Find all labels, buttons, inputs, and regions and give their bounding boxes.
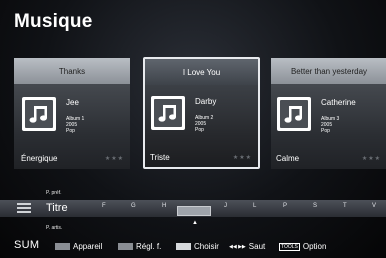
album-meta: Album 1 2005 Pop [66, 116, 84, 134]
sort-next-option[interactable]: P. artis. [46, 225, 62, 231]
list-icon [17, 203, 31, 215]
regl-label: Régl. f. [136, 242, 162, 251]
option-label: Option [302, 242, 327, 251]
album-genre: Pop [195, 127, 204, 133]
song-title: Thanks [14, 58, 130, 84]
tools-key-icon: TOOLS [279, 242, 300, 251]
music-note-icon [29, 106, 47, 123]
sort-current-option[interactable]: Titre [46, 202, 68, 214]
letter-index-selected[interactable] [177, 206, 211, 216]
album-meta: Album 3 2005 Pop [321, 116, 339, 134]
up-arrow-icon: ▲ [192, 220, 198, 226]
rating-stars: ★★★ [104, 156, 124, 162]
letter-index-item[interactable]: F [102, 203, 106, 209]
artist-name: Darby [195, 97, 217, 106]
artist-name: Catherine [321, 98, 356, 107]
option-hint: TOOLS Option [279, 242, 326, 251]
music-card-1[interactable]: Thanks Jee Album 1 2005 Pop Énergique ★★… [14, 58, 130, 169]
appareil-hint: Appareil [55, 242, 102, 251]
mood-label: Triste [150, 153, 170, 162]
mood-label: Calme [276, 154, 300, 163]
choisir-label: Choisir [194, 242, 219, 251]
page-title: Musique [14, 11, 93, 32]
gray-key-icon [55, 243, 70, 250]
letter-index-item[interactable]: G [131, 203, 136, 209]
gray-key-icon [118, 243, 133, 250]
artist-name: Jee [66, 98, 79, 107]
album-genre: Pop [66, 128, 75, 134]
music-card-3[interactable]: Better than yesterday Catherine Album 3 … [271, 58, 386, 169]
letter-index-item[interactable]: T [343, 203, 347, 209]
music-note-icon [158, 105, 176, 122]
letter-index-item[interactable]: J [224, 203, 227, 209]
letter-index-item[interactable]: L [253, 203, 256, 209]
sum-label: SUM [14, 239, 40, 251]
choisir-hint: Choisir [176, 242, 219, 251]
saut-hint: ◀◀ ▶▶ Saut [229, 242, 265, 251]
song-title: Better than yesterday [271, 58, 386, 84]
rating-stars: ★★★ [361, 156, 381, 162]
song-title: I Love You [145, 59, 258, 85]
regl-hint: Régl. f. [118, 242, 161, 251]
skip-icon: ◀◀ ▶▶ [229, 243, 246, 250]
album-art [22, 97, 56, 131]
music-note-icon [284, 106, 302, 123]
letter-index-item[interactable]: V [372, 203, 376, 209]
letter-index-item[interactable]: H [162, 203, 166, 209]
album-genre: Pop [321, 128, 330, 134]
appareil-label: Appareil [73, 242, 103, 251]
album-art [151, 96, 185, 130]
letter-index-item[interactable]: S [313, 203, 317, 209]
sort-prev-option[interactable]: P. préf. [46, 190, 61, 196]
letter-index-item[interactable]: P [283, 203, 287, 209]
rating-stars: ★★★ [232, 155, 252, 161]
mood-label: Énergique [21, 154, 58, 163]
music-card-2-selected[interactable]: I Love You Darby Album 2 2005 Pop Triste… [143, 57, 260, 169]
light-key-icon [176, 243, 191, 250]
album-meta: Album 2 2005 Pop [195, 115, 213, 133]
saut-label: Saut [248, 242, 266, 251]
album-art [277, 97, 311, 131]
